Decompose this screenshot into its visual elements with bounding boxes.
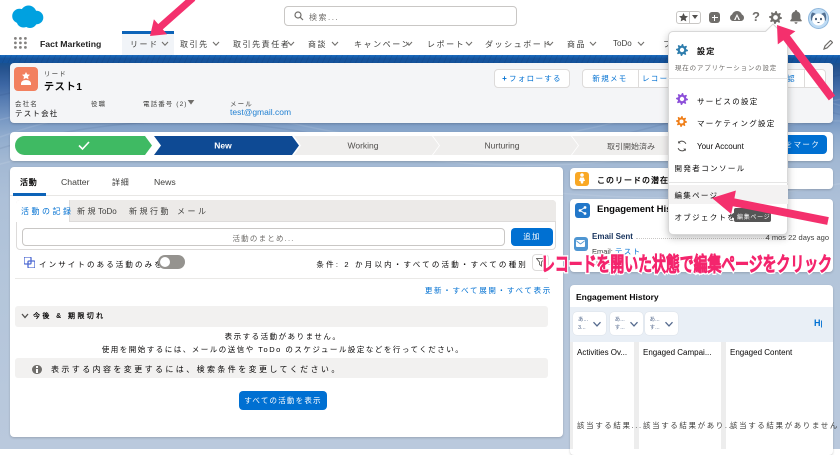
svg-text:Working: Working [347,141,378,151]
svg-text:Nurturing: Nurturing [485,141,520,151]
svg-text:取引開始済み: 取引開始済み [607,141,656,151]
svg-text:New: New [214,141,232,151]
